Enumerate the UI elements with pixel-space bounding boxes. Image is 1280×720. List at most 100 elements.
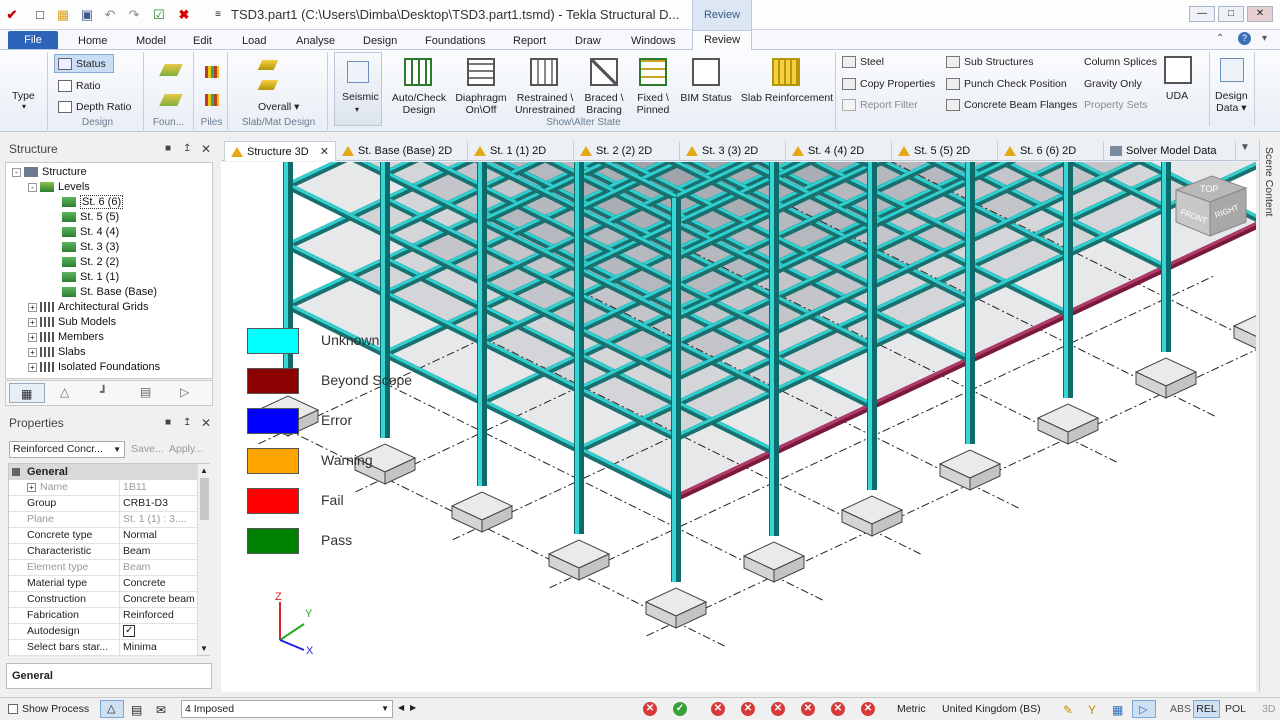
- uda-button[interactable]: UDA: [1160, 90, 1194, 102]
- view-tab[interactable]: Solver Model Data: [1104, 141, 1236, 161]
- panel-options-icon[interactable]: ■: [165, 139, 171, 159]
- abs-mode-button[interactable]: ABS: [1170, 703, 1191, 715]
- tree-view-loading-tab[interactable]: △: [60, 385, 69, 399]
- diaphragm-icon[interactable]: [467, 58, 495, 86]
- view-tab[interactable]: St. Base (Base) 2D: [336, 141, 468, 161]
- tree-node[interactable]: St. 6 (6): [50, 195, 124, 209]
- ratio-button[interactable]: Ratio: [58, 80, 101, 93]
- slab-reinforcement-icon[interactable]: [772, 58, 800, 86]
- restrained-button[interactable]: Restrained \ Unrestrained: [512, 92, 578, 116]
- snap-active-button[interactable]: ▷: [1132, 700, 1156, 718]
- design-data-button[interactable]: Design Data ▾: [1209, 52, 1255, 126]
- check-icon[interactable]: ☑: [151, 7, 167, 23]
- piles-check-icon[interactable]: [205, 94, 219, 106]
- tree-node[interactable]: St. 5 (5): [50, 211, 119, 223]
- properties-close-icon[interactable]: ✕: [201, 413, 211, 433]
- close-tab-icon[interactable]: ✕: [320, 142, 329, 162]
- tree-node[interactable]: St. 2 (2): [50, 256, 119, 268]
- status-error-icon-2[interactable]: ✕: [711, 702, 725, 716]
- property-value[interactable]: Reinforced: [123, 609, 174, 621]
- tree-node[interactable]: - Structure: [12, 166, 87, 178]
- message-icon[interactable]: ✉: [156, 703, 166, 717]
- fixed-pinned-button[interactable]: Fixed \ Pinned: [630, 92, 676, 116]
- property-row[interactable]: Group CRB1-D3: [9, 496, 197, 512]
- seismic-button[interactable]: Seismic ▾: [334, 52, 382, 126]
- braced-button[interactable]: Braced \ Bracing: [580, 92, 628, 116]
- view-tab[interactable]: St. 6 (6) 2D: [998, 141, 1104, 161]
- threed-mode-button[interactable]: 3D: [1262, 703, 1275, 715]
- tree-node[interactable]: St. 4 (4): [50, 226, 119, 238]
- tree-expander-icon[interactable]: +: [28, 302, 37, 312]
- snap-fork-icon[interactable]: Y: [1088, 703, 1096, 717]
- property-value[interactable]: Concrete beam: [123, 593, 195, 605]
- tab-review[interactable]: Review: [692, 30, 752, 51]
- properties-type-select[interactable]: Reinforced Concr... ▼: [9, 441, 125, 458]
- rel-mode-button[interactable]: REL: [1193, 700, 1220, 718]
- general-section-header[interactable]: General: [9, 464, 197, 480]
- panel-pin-icon[interactable]: ↥: [183, 139, 191, 159]
- minimize-button[interactable]: —: [1189, 6, 1215, 22]
- slab-design-icon[interactable]: [257, 60, 279, 70]
- column-splices-button[interactable]: Column Splices: [1084, 56, 1157, 68]
- property-row[interactable]: Autodesign ✓: [9, 624, 197, 640]
- view-tabs-dropdown-icon[interactable]: ▼: [1240, 142, 1250, 153]
- snap-grid-icon[interactable]: ▦: [1112, 703, 1123, 717]
- tab-report[interactable]: Report: [507, 32, 552, 50]
- undo-icon[interactable]: ↶: [102, 7, 118, 23]
- property-value[interactable]: Normal: [123, 529, 157, 541]
- tab-foundations[interactable]: Foundations: [419, 32, 492, 50]
- type-dropdown[interactable]: Type: [12, 90, 35, 102]
- apply-properties-button[interactable]: Apply...: [169, 443, 203, 455]
- next-loadcase-icon[interactable]: ▶: [410, 703, 416, 712]
- tab-home[interactable]: Home: [72, 32, 113, 50]
- snap-pencil-icon[interactable]: ✎: [1063, 703, 1073, 717]
- diaphragm-button[interactable]: Diaphragm On\Off: [450, 92, 512, 116]
- view-tab[interactable]: Structure 3D ✕: [224, 141, 336, 161]
- save-properties-button[interactable]: Save...: [131, 443, 164, 455]
- status-error-icon-6[interactable]: ✕: [831, 702, 845, 716]
- concrete-flanges-button[interactable]: Concrete Beam Flanges: [946, 99, 1077, 112]
- view-tab[interactable]: St. 5 (5) 2D: [892, 141, 998, 161]
- show-process-checkbox[interactable]: [8, 704, 18, 715]
- tab-design[interactable]: Design: [357, 32, 403, 50]
- tree-node[interactable]: St. 3 (3): [50, 241, 119, 253]
- view-tab[interactable]: St. 4 (4) 2D: [786, 141, 892, 161]
- property-row[interactable]: Characteristic Beam: [9, 544, 197, 560]
- tree-expander-icon[interactable]: -: [28, 182, 37, 192]
- customize-qat-icon[interactable]: ≡: [210, 7, 226, 23]
- tree-expander-icon[interactable]: +: [28, 332, 37, 342]
- property-value[interactable]: CRB1-D3: [123, 497, 168, 509]
- maximize-button[interactable]: □: [1218, 6, 1244, 22]
- expand-name-icon[interactable]: +: [27, 483, 36, 492]
- clear-icon[interactable]: ✖: [176, 7, 192, 23]
- property-row[interactable]: Name 1B11 +: [9, 480, 197, 496]
- view-tab[interactable]: St. 1 (1) 2D: [468, 141, 574, 161]
- depth-ratio-button[interactable]: Depth Ratio: [58, 101, 131, 114]
- tree-node[interactable]: + Slabs: [28, 346, 86, 358]
- property-row[interactable]: Element type Beam: [9, 560, 197, 576]
- property-value[interactable]: Concrete: [123, 577, 166, 589]
- tree-expander-icon[interactable]: -: [12, 167, 21, 177]
- tab-windows[interactable]: Windows: [625, 32, 682, 50]
- status-error-icon-7[interactable]: ✕: [861, 702, 875, 716]
- tree-node[interactable]: + Architectural Grids: [28, 301, 148, 313]
- properties-pin-icon[interactable]: ↥: [183, 413, 191, 433]
- units-label[interactable]: Metric: [897, 703, 926, 715]
- auto-check-design-icon[interactable]: [404, 58, 432, 86]
- status-ok-icon[interactable]: ✓: [673, 702, 687, 716]
- uda-icon[interactable]: [1164, 56, 1192, 84]
- bim-status-icon[interactable]: [692, 58, 720, 86]
- slab-reinforcement-button[interactable]: Slab Reinforcement: [737, 92, 837, 104]
- property-value[interactable]: 1B11: [123, 481, 147, 493]
- tree-expander-icon[interactable]: +: [28, 347, 37, 357]
- property-row[interactable]: Plane St. 1 (1) : 3....: [9, 512, 197, 528]
- panel-close-icon[interactable]: ✕: [201, 139, 211, 159]
- status-error-icon-5[interactable]: ✕: [801, 702, 815, 716]
- tab-load[interactable]: Load: [236, 32, 272, 50]
- tree-node[interactable]: + Members: [28, 331, 104, 343]
- status-error-icon-4[interactable]: ✕: [771, 702, 785, 716]
- tree-view-reports-tab[interactable]: ▤: [140, 385, 151, 399]
- status-error-icon-3[interactable]: ✕: [741, 702, 755, 716]
- design-code-label[interactable]: United Kingdom (BS): [942, 703, 1041, 715]
- properties-options-icon[interactable]: ■: [165, 413, 171, 433]
